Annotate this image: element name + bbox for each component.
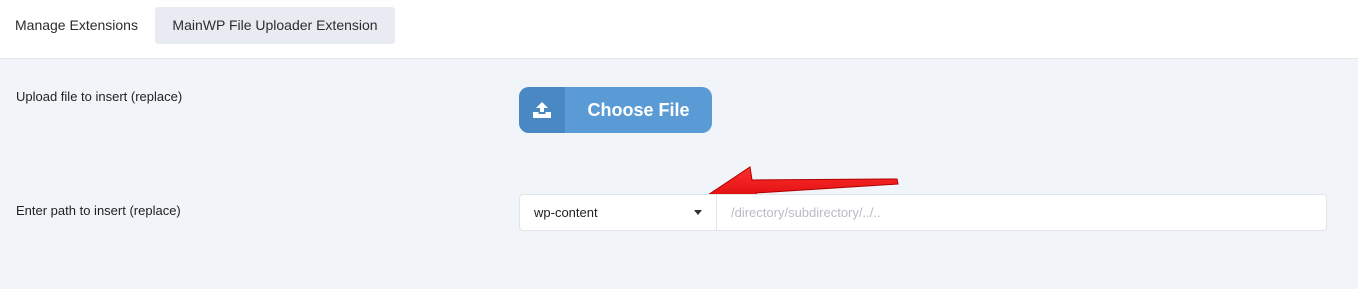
upload-file-label: Upload file to insert (replace) xyxy=(16,89,183,104)
directory-select[interactable]: wp-content xyxy=(520,195,717,230)
caret-down-icon xyxy=(694,210,702,215)
path-input-group: wp-content xyxy=(519,194,1327,231)
tab-manage-extensions[interactable]: Manage Extensions xyxy=(15,7,138,44)
choose-file-button[interactable]: Choose File xyxy=(519,87,712,133)
extension-tabs: Manage Extensions MainWP File Uploader E… xyxy=(0,0,1358,59)
directory-select-value: wp-content xyxy=(534,205,598,220)
uploader-form: Upload file to insert (replace) Choose F… xyxy=(0,59,1358,289)
tab-file-uploader-extension[interactable]: MainWP File Uploader Extension xyxy=(155,7,395,44)
path-input[interactable] xyxy=(717,195,1325,230)
enter-path-label: Enter path to insert (replace) xyxy=(16,203,181,218)
choose-file-label: Choose File xyxy=(587,100,690,120)
upload-icon xyxy=(519,87,565,133)
